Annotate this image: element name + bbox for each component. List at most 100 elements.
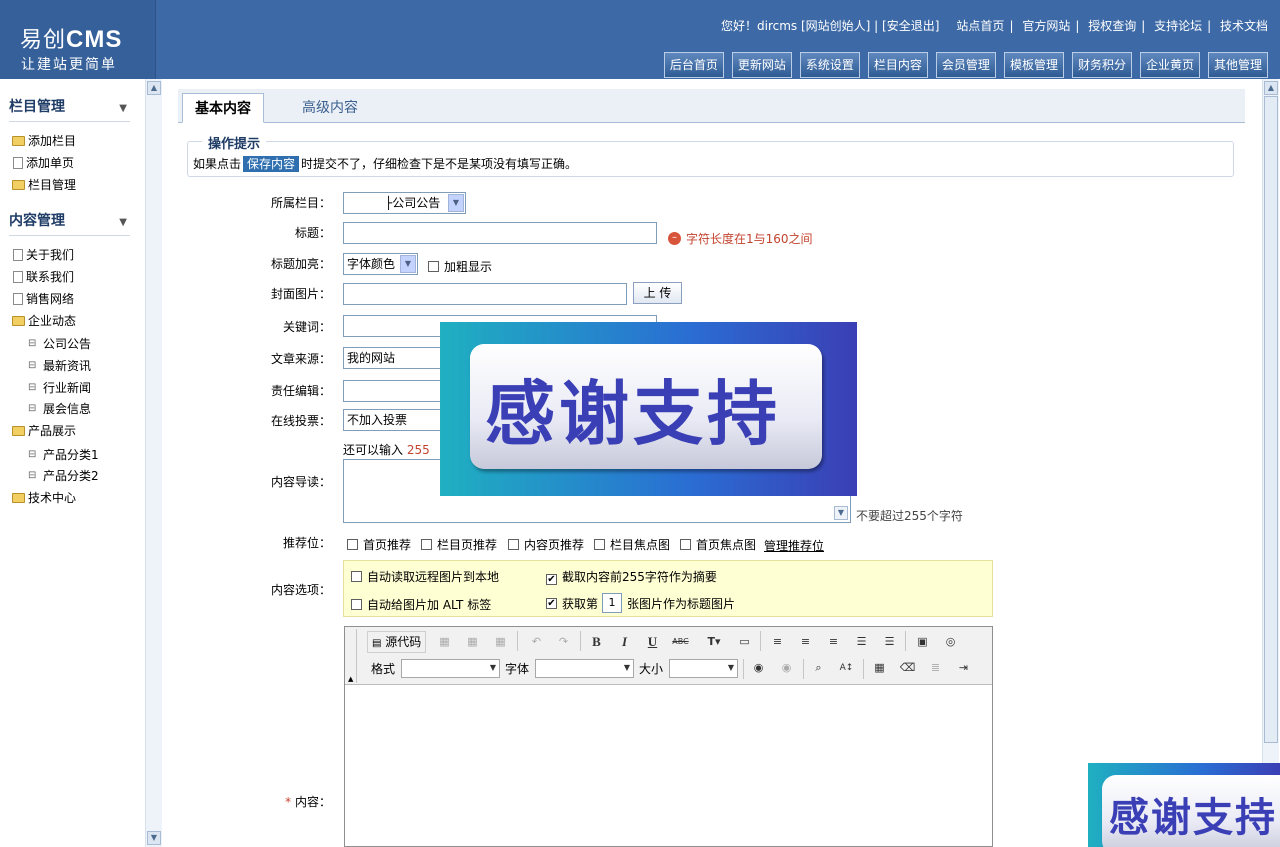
align-left-icon[interactable]: ≡ [766,631,789,653]
sidebar-scrollbar[interactable]: ▲ ▼ [145,79,162,847]
checkbox-icon[interactable] [351,571,362,582]
rich-text-editor[interactable]: ▲ ▤ 源代码 ▦ ▦ ▦ ↶ ↷ B I U ABC T▾ ▭ ≡ ≡ ≡ ☰… [344,626,993,847]
top-link-official[interactable]: 官方网站 [1022,19,1070,33]
checkbox-icon[interactable] [351,599,362,610]
cover-image-input[interactable] [343,283,627,305]
sidebar-item-announcements[interactable]: ⊟ 公司公告 [28,335,91,352]
replace-icon[interactable]: A↕ [835,657,858,679]
tab-basic-content[interactable]: 基本内容 [182,93,264,123]
hr-icon[interactable]: ≣ [924,657,947,679]
user-greeting[interactable]: 您好！dircms [网站创始人] | [安全退出] [721,17,939,34]
italic-icon[interactable]: I [613,631,636,653]
find-icon[interactable]: ⌕ [807,657,830,679]
top-link-license[interactable]: 授权查询 [1088,19,1136,33]
scroll-down-icon[interactable]: ▼ [147,831,161,845]
sidebar-item-product-category-2[interactable]: ⊟ 产品分类2 [28,467,99,484]
cut-icon[interactable]: ▦ [433,631,456,653]
sidebar-item-industry-news[interactable]: ⊟ 行业新闻 [28,379,91,396]
recommend-column-focus[interactable]: 栏目焦点图 [594,536,670,553]
opt-remote-images[interactable]: 自动读取远程图片到本地 [351,568,499,585]
nav-other-management[interactable]: 其他管理 [1207,52,1268,78]
recommend-home[interactable]: 首页推荐 [347,536,411,553]
font-color-select[interactable]: 字体颜色 ▼ [343,253,418,275]
paste-icon[interactable]: ▦ [461,631,484,653]
sidebar-item-column-management[interactable]: 栏目管理 [12,176,76,193]
link-icon[interactable]: ◉ [747,657,770,679]
box-icon[interactable]: ▭ [733,631,756,653]
opt-title-image[interactable]: ✔ 获取第 1 张图片作为标题图片 [546,593,735,613]
sidebar-item-add-page[interactable]: 添加单页 [13,154,74,171]
nav-yellow-pages[interactable]: 企业黄页 [1139,52,1200,78]
format-select[interactable]: ▼ [401,659,500,678]
eraser-icon[interactable]: ⌫ [896,657,919,679]
manage-recommend-link[interactable]: 管理推荐位 [764,537,824,554]
align-right-icon[interactable]: ≡ [822,631,845,653]
sidebar-item-latest-news[interactable]: ⊟ 最新资讯 [28,357,91,374]
paste-word-icon[interactable]: ▦ [489,631,512,653]
checkbox-checked-icon[interactable]: ✔ [546,574,557,585]
ordered-list-icon[interactable]: ☰ [850,631,873,653]
nav-template-management[interactable]: 模板管理 [1003,52,1064,78]
sidebar-item-add-column[interactable]: 添加栏目 [12,132,76,149]
recommend-column-page[interactable]: 栏目页推荐 [421,536,497,553]
title-input[interactable] [343,222,657,244]
sidebar-item-tech-center[interactable]: 技术中心 [12,489,76,506]
underline-icon[interactable]: U [641,631,664,653]
size-select[interactable]: ▼ [669,659,738,678]
page-break-icon[interactable]: ⇥ [952,657,975,679]
scroll-down-icon[interactable]: ▼ [834,506,848,520]
scroll-up-icon[interactable]: ▲ [1264,81,1278,95]
checkbox-icon[interactable] [428,261,439,272]
unordered-list-icon[interactable]: ☰ [878,631,901,653]
sidebar-section-column[interactable]: 栏目管理 ▼ [9,96,130,122]
nav-update-site[interactable]: 更新网站 [731,52,792,78]
sidebar-item-contact[interactable]: 联系我们 [13,268,74,285]
tab-advanced-content[interactable]: 高级内容 [290,93,370,123]
checkbox-icon[interactable] [347,539,358,550]
recommend-home-focus[interactable]: 首页焦点图 [680,536,756,553]
checkbox-checked-icon[interactable]: ✔ [546,597,557,609]
unlink-icon[interactable]: ◉ [775,657,798,679]
checkbox-icon[interactable] [508,539,519,550]
nav-column-content[interactable]: 栏目内容 [867,52,928,78]
nav-system-settings[interactable]: 系统设置 [799,52,860,78]
nav-admin-home[interactable]: 后台首页 [663,52,724,78]
sidebar-item-exhibitions[interactable]: ⊟ 展会信息 [28,400,91,417]
checkbox-icon[interactable] [680,539,691,550]
checkbox-icon[interactable] [421,539,432,550]
checkbox-icon[interactable] [594,539,605,550]
collapse-arrow-icon[interactable]: ▼ [119,103,127,114]
top-link-site-home[interactable]: 站点首页 [956,19,1004,33]
bold-display-checkbox[interactable]: 加粗显示 [428,258,492,275]
sidebar-item-about[interactable]: 关于我们 [13,246,74,263]
opt-take-summary[interactable]: ✔ 截取内容前255字符作为摘要 [546,568,717,585]
recommend-content-page[interactable]: 内容页推荐 [508,536,584,553]
text-color-icon[interactable]: T▾ [699,631,729,653]
sidebar-item-company-news[interactable]: 企业动态 [12,312,76,329]
sidebar-item-products[interactable]: 产品展示 [12,422,76,439]
top-link-docs[interactable]: 技术文档 [1220,19,1268,33]
sidebar-item-sales-network[interactable]: 销售网络 [13,290,74,307]
category-select[interactable]: ├公司公告 ▼ [343,192,466,214]
collapse-arrow-icon[interactable]: ▼ [119,217,127,228]
sidebar-item-product-category-1[interactable]: ⊟ 产品分类1 [28,446,99,463]
nav-member-management[interactable]: 会员管理 [935,52,996,78]
align-center-icon[interactable]: ≡ [794,631,817,653]
flash-icon[interactable]: ◎ [939,631,962,653]
opt-alt-tags[interactable]: 自动给图片加 ALT 标签 [351,596,491,613]
upload-button[interactable]: 上 传 [633,282,682,304]
table-icon[interactable]: ▦ [868,657,891,679]
strikethrough-icon[interactable]: ABC [669,631,692,653]
main-scrollbar[interactable]: ▲ [1262,79,1279,847]
toolbar-collapse-handle[interactable]: ▲ [347,629,357,683]
redo-icon[interactable]: ↷ [552,631,575,653]
undo-icon[interactable]: ↶ [525,631,548,653]
title-image-index-input[interactable]: 1 [602,593,623,613]
nav-finance-points[interactable]: 财务积分 [1071,52,1132,78]
source-code-button[interactable]: ▤ 源代码 [367,631,427,653]
font-select[interactable]: ▼ [535,659,634,678]
bold-icon[interactable]: B [585,631,608,653]
top-link-forum[interactable]: 支持论坛 [1154,19,1202,33]
scrollbar-thumb[interactable] [1264,96,1278,743]
sidebar-section-content[interactable]: 内容管理 ▼ [9,210,130,236]
